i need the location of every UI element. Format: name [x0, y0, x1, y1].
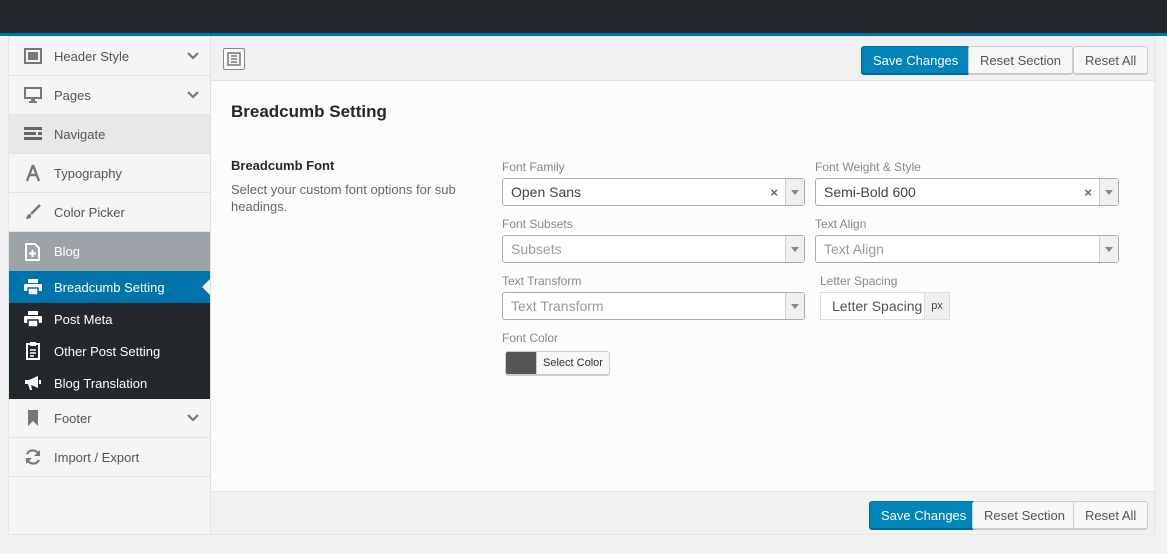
- sidebar-item-blog[interactable]: Blog: [9, 232, 210, 271]
- letter-spacing-label: Letter Spacing: [820, 274, 898, 288]
- brush-icon: [23, 202, 43, 222]
- submenu-item-blog-translation[interactable]: Blog Translation: [9, 367, 210, 399]
- dropdown-arrow-icon[interactable]: [785, 293, 804, 319]
- clear-icon[interactable]: ×: [1084, 185, 1092, 200]
- font-subsets-label: Font Subsets: [502, 217, 573, 231]
- save-changes-button[interactable]: Save Changes: [861, 46, 971, 74]
- sidebar-item-label: Footer: [54, 410, 92, 426]
- options-sidebar: Header Style Pages Navigate Typography C…: [9, 37, 211, 534]
- submenu-item-label: Other Post Setting: [54, 343, 161, 359]
- sidebar-item-label: Navigate: [54, 126, 106, 142]
- field-description: Select your custom font options for sub …: [231, 182, 456, 214]
- text-align-select[interactable]: Text Align: [815, 235, 1119, 263]
- layout-toggle-icon: [227, 52, 241, 66]
- text-align-placeholder: Text Align: [824, 241, 884, 257]
- admin-top-bar: [0, 0, 1167, 33]
- color-swatch: [506, 352, 537, 374]
- bottom-toolbar: Save Changes Reset Section Reset All: [211, 491, 1154, 534]
- clipboard-icon: [23, 341, 43, 361]
- top-toolbar: Save Changes Reset Section Reset All: [211, 37, 1154, 81]
- submenu-item-label: Post Meta: [54, 311, 113, 327]
- letter-a-icon: [23, 163, 43, 183]
- reset-all-button[interactable]: Reset All: [1073, 501, 1149, 529]
- text-transform-label: Text Transform: [502, 274, 582, 288]
- sidebar-item-label: Typography: [54, 165, 122, 181]
- reset-section-button[interactable]: Reset Section: [972, 501, 1077, 529]
- options-panel: Header Style Pages Navigate Typography C…: [8, 36, 1155, 535]
- font-weight-select[interactable]: Semi-Bold 600 ×: [815, 178, 1119, 206]
- select-color-label: Select Color: [543, 357, 603, 369]
- sidebar-item-typography[interactable]: Typography: [9, 154, 210, 193]
- letter-spacing-unit: px: [924, 292, 950, 320]
- bookmark-icon: [23, 408, 43, 428]
- font-subsets-placeholder: Subsets: [511, 241, 562, 257]
- letter-spacing-input[interactable]: Letter Spacing: [820, 292, 925, 320]
- menu-bars-icon: [23, 124, 43, 144]
- clear-icon[interactable]: ×: [770, 185, 778, 200]
- font-weight-value: Semi-Bold 600: [824, 184, 916, 200]
- submenu-item-label: Breadcumb Setting: [54, 279, 165, 295]
- printer-icon: [23, 309, 43, 329]
- save-changes-button[interactable]: Save Changes: [869, 501, 979, 529]
- section-title: Breadcumb Setting: [231, 102, 387, 121]
- text-transform-placeholder: Text Transform: [511, 298, 604, 314]
- monitor-icon: [23, 85, 43, 105]
- submenu-item-breadcumb-setting[interactable]: Breadcumb Setting: [9, 271, 210, 303]
- font-subsets-select[interactable]: Subsets: [502, 235, 805, 263]
- field-title: Breadcumb Font: [231, 158, 335, 173]
- sidebar-item-footer[interactable]: Footer: [9, 399, 210, 438]
- submenu-item-post-meta[interactable]: Post Meta: [9, 303, 210, 335]
- dropdown-arrow-icon[interactable]: [785, 236, 804, 262]
- dropdown-arrow-icon[interactable]: [1099, 236, 1118, 262]
- font-color-label: Font Color: [502, 331, 559, 345]
- add-document-icon: [23, 242, 43, 262]
- chevron-down-icon[interactable]: [186, 411, 200, 425]
- sidebar-item-navigate[interactable]: Navigate: [9, 115, 210, 154]
- letter-spacing-placeholder: Letter Spacing: [832, 298, 923, 314]
- chevron-down-icon[interactable]: [186, 88, 200, 102]
- sidebar-item-import-export[interactable]: Import / Export: [9, 438, 210, 477]
- expand-options-button[interactable]: [223, 48, 245, 70]
- dropdown-arrow-icon[interactable]: [1099, 179, 1118, 205]
- printer-icon: [23, 277, 43, 297]
- sidebar-item-label: Header Style: [54, 48, 130, 64]
- layout-icon: [23, 46, 43, 66]
- font-family-select[interactable]: Open Sans ×: [502, 178, 805, 206]
- dropdown-arrow-icon[interactable]: [785, 179, 804, 205]
- options-content: Breadcumb Setting Breadcumb Font Select …: [211, 82, 1154, 491]
- text-transform-select[interactable]: Text Transform: [502, 292, 805, 320]
- reset-all-button[interactable]: Reset All: [1073, 46, 1149, 74]
- megaphone-icon: [23, 373, 43, 393]
- reset-section-button[interactable]: Reset Section: [968, 46, 1073, 74]
- submenu-item-label: Blog Translation: [54, 375, 148, 391]
- refresh-icon: [23, 447, 43, 467]
- text-align-label: Text Align: [815, 217, 867, 231]
- font-family-value: Open Sans: [511, 184, 582, 200]
- sidebar-item-label: Blog: [54, 244, 81, 259]
- font-family-label: Font Family: [502, 160, 565, 174]
- sidebar-item-label: Import / Export: [54, 449, 140, 465]
- font-weight-label: Font Weight & Style: [815, 160, 921, 174]
- chevron-down-icon[interactable]: [186, 49, 200, 63]
- sidebar-item-color-picker[interactable]: Color Picker: [9, 193, 210, 232]
- submenu-item-other-post-setting[interactable]: Other Post Setting: [9, 335, 210, 367]
- sidebar-item-pages[interactable]: Pages: [9, 76, 210, 115]
- blog-submenu: Breadcumb Setting Post Meta Other Post S…: [9, 271, 210, 399]
- sidebar-item-label: Color Picker: [54, 204, 125, 220]
- sidebar-item-header-style[interactable]: Header Style: [9, 37, 210, 76]
- font-color-picker-button[interactable]: Select Color: [505, 351, 610, 375]
- sidebar-item-label: Pages: [54, 87, 91, 103]
